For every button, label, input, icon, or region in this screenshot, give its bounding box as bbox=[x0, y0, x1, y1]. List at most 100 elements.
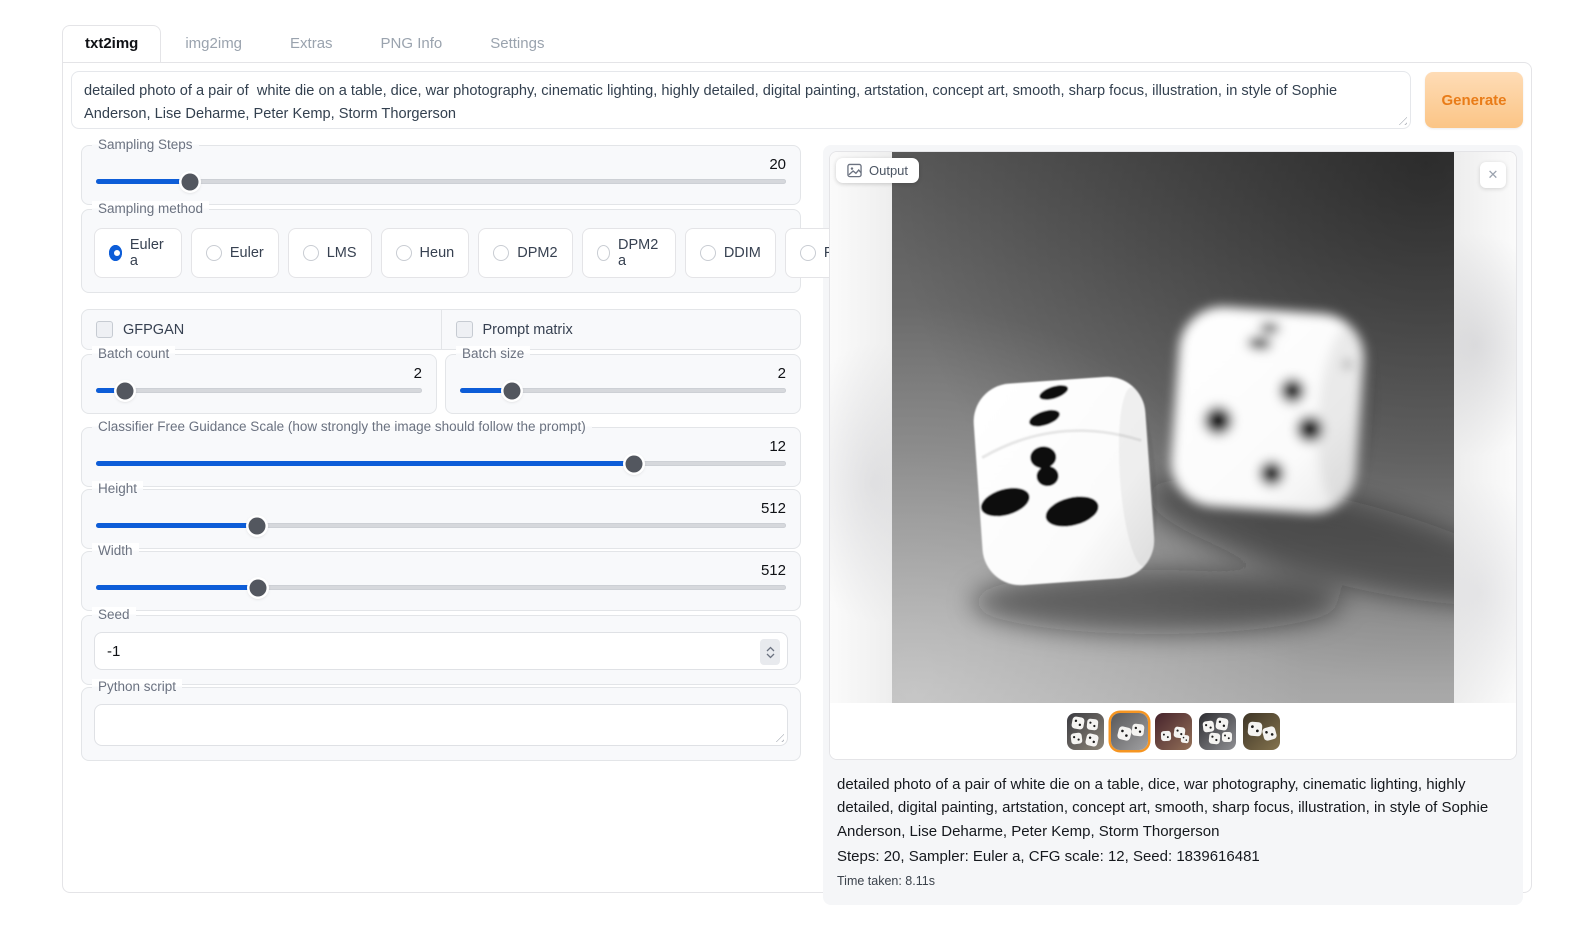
prompt-matrix-label: Prompt matrix bbox=[483, 322, 573, 338]
python-script-label: Python script bbox=[92, 679, 182, 694]
seed-value: -1 bbox=[107, 643, 120, 660]
cfg-scale-label: Classifier Free Guidance Scale (how stro… bbox=[92, 419, 592, 434]
radio-icon bbox=[700, 245, 716, 261]
sampler-option-lms[interactable]: LMS bbox=[288, 228, 372, 278]
slider-handle[interactable] bbox=[181, 173, 198, 190]
settings-column: Sampling Steps 20 Sampling method Euler … bbox=[81, 145, 801, 905]
sampler-option-ddim[interactable]: DDIM bbox=[685, 228, 776, 278]
batch-count-label: Batch count bbox=[92, 346, 175, 361]
sampler-option-label: DDIM bbox=[724, 245, 761, 261]
output-panel: Output ✕ bbox=[823, 145, 1523, 905]
batch-count-value: 2 bbox=[94, 365, 422, 382]
python-script-input[interactable] bbox=[94, 704, 788, 746]
slider-track[interactable] bbox=[96, 388, 422, 393]
output-gallery: Output ✕ bbox=[829, 151, 1517, 760]
number-stepper[interactable] bbox=[760, 639, 780, 665]
sampler-option-label: Heun bbox=[420, 245, 455, 261]
generate-button[interactable]: Generate bbox=[1425, 72, 1523, 128]
gfpgan-checkbox[interactable]: GFPGAN bbox=[82, 310, 441, 349]
radio-icon bbox=[493, 245, 509, 261]
seed-input[interactable]: -1 bbox=[94, 632, 788, 670]
height-group: Height 512 bbox=[81, 489, 801, 549]
tab-png-info[interactable]: PNG Info bbox=[357, 26, 467, 61]
thumbnail-image bbox=[1155, 713, 1192, 750]
chevron-up-icon bbox=[766, 646, 775, 652]
radio-icon bbox=[109, 245, 122, 261]
tab-bar: txt2img img2img Extras PNG Info Settings bbox=[62, 25, 568, 61]
slider-track[interactable] bbox=[96, 461, 786, 466]
slider-track[interactable] bbox=[96, 585, 786, 590]
batch-count-slider: 2 bbox=[94, 365, 424, 393]
thumb-5[interactable] bbox=[1243, 713, 1280, 750]
radio-icon bbox=[800, 245, 816, 261]
tab-img2img[interactable]: img2img bbox=[161, 26, 266, 61]
batch-size-label: Batch size bbox=[456, 346, 530, 361]
image-icon bbox=[847, 163, 862, 178]
output-params: Steps: 20, Sampler: Euler a, CFG scale: … bbox=[837, 845, 1509, 868]
width-value: 512 bbox=[94, 562, 786, 579]
slider-fill bbox=[96, 179, 190, 184]
cfg-scale-slider: 12 bbox=[94, 438, 788, 466]
sampler-option-dpm2[interactable]: DPM2 bbox=[478, 228, 572, 278]
thumb-4[interactable] bbox=[1199, 713, 1236, 750]
radio-icon bbox=[206, 245, 222, 261]
seed-label: Seed bbox=[92, 607, 136, 622]
thumbnail-image bbox=[1067, 713, 1104, 750]
seed-group: Seed -1 bbox=[81, 615, 801, 685]
gfpgan-label: GFPGAN bbox=[123, 322, 184, 338]
dice-photo bbox=[892, 152, 1454, 703]
thumb-2[interactable] bbox=[1111, 713, 1148, 750]
prompt-row: detailed photo of a pair of white die on… bbox=[71, 71, 1523, 129]
close-icon[interactable]: ✕ bbox=[1480, 162, 1506, 188]
sampler-option-dpm2-a[interactable]: DPM2 a bbox=[582, 228, 676, 278]
prompt-input[interactable]: detailed photo of a pair of white die on… bbox=[71, 71, 1411, 129]
thumb-1[interactable] bbox=[1067, 713, 1104, 750]
output-column: Output ✕ bbox=[823, 145, 1523, 905]
batch-size-slider: 2 bbox=[458, 365, 788, 393]
slider-handle[interactable] bbox=[117, 382, 134, 399]
slider-track[interactable] bbox=[96, 523, 786, 528]
python-script-group: Python script bbox=[81, 687, 801, 761]
output-caption: detailed photo of a pair of white die on… bbox=[837, 773, 1509, 843]
width-slider: 512 bbox=[94, 562, 788, 590]
resize-handle-icon[interactable] bbox=[1395, 113, 1407, 125]
slider-track[interactable] bbox=[460, 388, 786, 393]
slider-handle[interactable] bbox=[626, 455, 643, 472]
resize-handle-icon[interactable] bbox=[772, 730, 784, 742]
stable-diffusion-webui: txt2img img2img Extras PNG Info Settings… bbox=[0, 0, 1594, 935]
slider-handle[interactable] bbox=[250, 579, 267, 596]
slider-handle[interactable] bbox=[504, 382, 521, 399]
tab-settings[interactable]: Settings bbox=[466, 26, 568, 61]
gallery-preview bbox=[830, 152, 1516, 703]
generated-image[interactable] bbox=[892, 152, 1454, 703]
sampler-options: Euler aEulerLMSHeunDPM2DPM2 aDDIMPLMS bbox=[94, 228, 788, 278]
slider-handle[interactable] bbox=[248, 517, 265, 534]
options-row: GFPGAN Prompt matrix bbox=[81, 309, 801, 350]
sampler-option-euler-a[interactable]: Euler a bbox=[94, 228, 182, 278]
gallery-edge-right bbox=[1454, 152, 1516, 703]
tab-extras[interactable]: Extras bbox=[266, 26, 357, 61]
height-value: 512 bbox=[94, 500, 786, 517]
checkbox-icon bbox=[96, 321, 113, 338]
sampler-option-heun[interactable]: Heun bbox=[381, 228, 470, 278]
output-tag-label: Output bbox=[869, 163, 908, 178]
thumbnail-image bbox=[1243, 713, 1280, 750]
prompt-matrix-checkbox[interactable]: Prompt matrix bbox=[441, 310, 801, 349]
tab-txt2img[interactable]: txt2img bbox=[62, 25, 161, 62]
thumbnail-image bbox=[1111, 713, 1148, 750]
sampler-option-label: LMS bbox=[327, 245, 357, 261]
slider-fill bbox=[96, 461, 634, 466]
sampling-steps-slider: 20 bbox=[94, 156, 788, 184]
slider-fill bbox=[96, 585, 258, 590]
width-label: Width bbox=[92, 543, 139, 558]
cfg-scale-value: 12 bbox=[94, 438, 786, 455]
sampler-option-label: Euler bbox=[230, 245, 264, 261]
height-label: Height bbox=[92, 481, 143, 496]
output-time-taken: Time taken: 8.11s bbox=[837, 872, 1509, 892]
batch-row: Batch count 2 Batch size 2 bbox=[81, 354, 801, 414]
thumb-3[interactable] bbox=[1155, 713, 1192, 750]
slider-track[interactable] bbox=[96, 179, 786, 184]
sampler-option-euler[interactable]: Euler bbox=[191, 228, 279, 278]
radio-icon bbox=[597, 245, 610, 261]
sampling-steps-value: 20 bbox=[94, 156, 786, 173]
